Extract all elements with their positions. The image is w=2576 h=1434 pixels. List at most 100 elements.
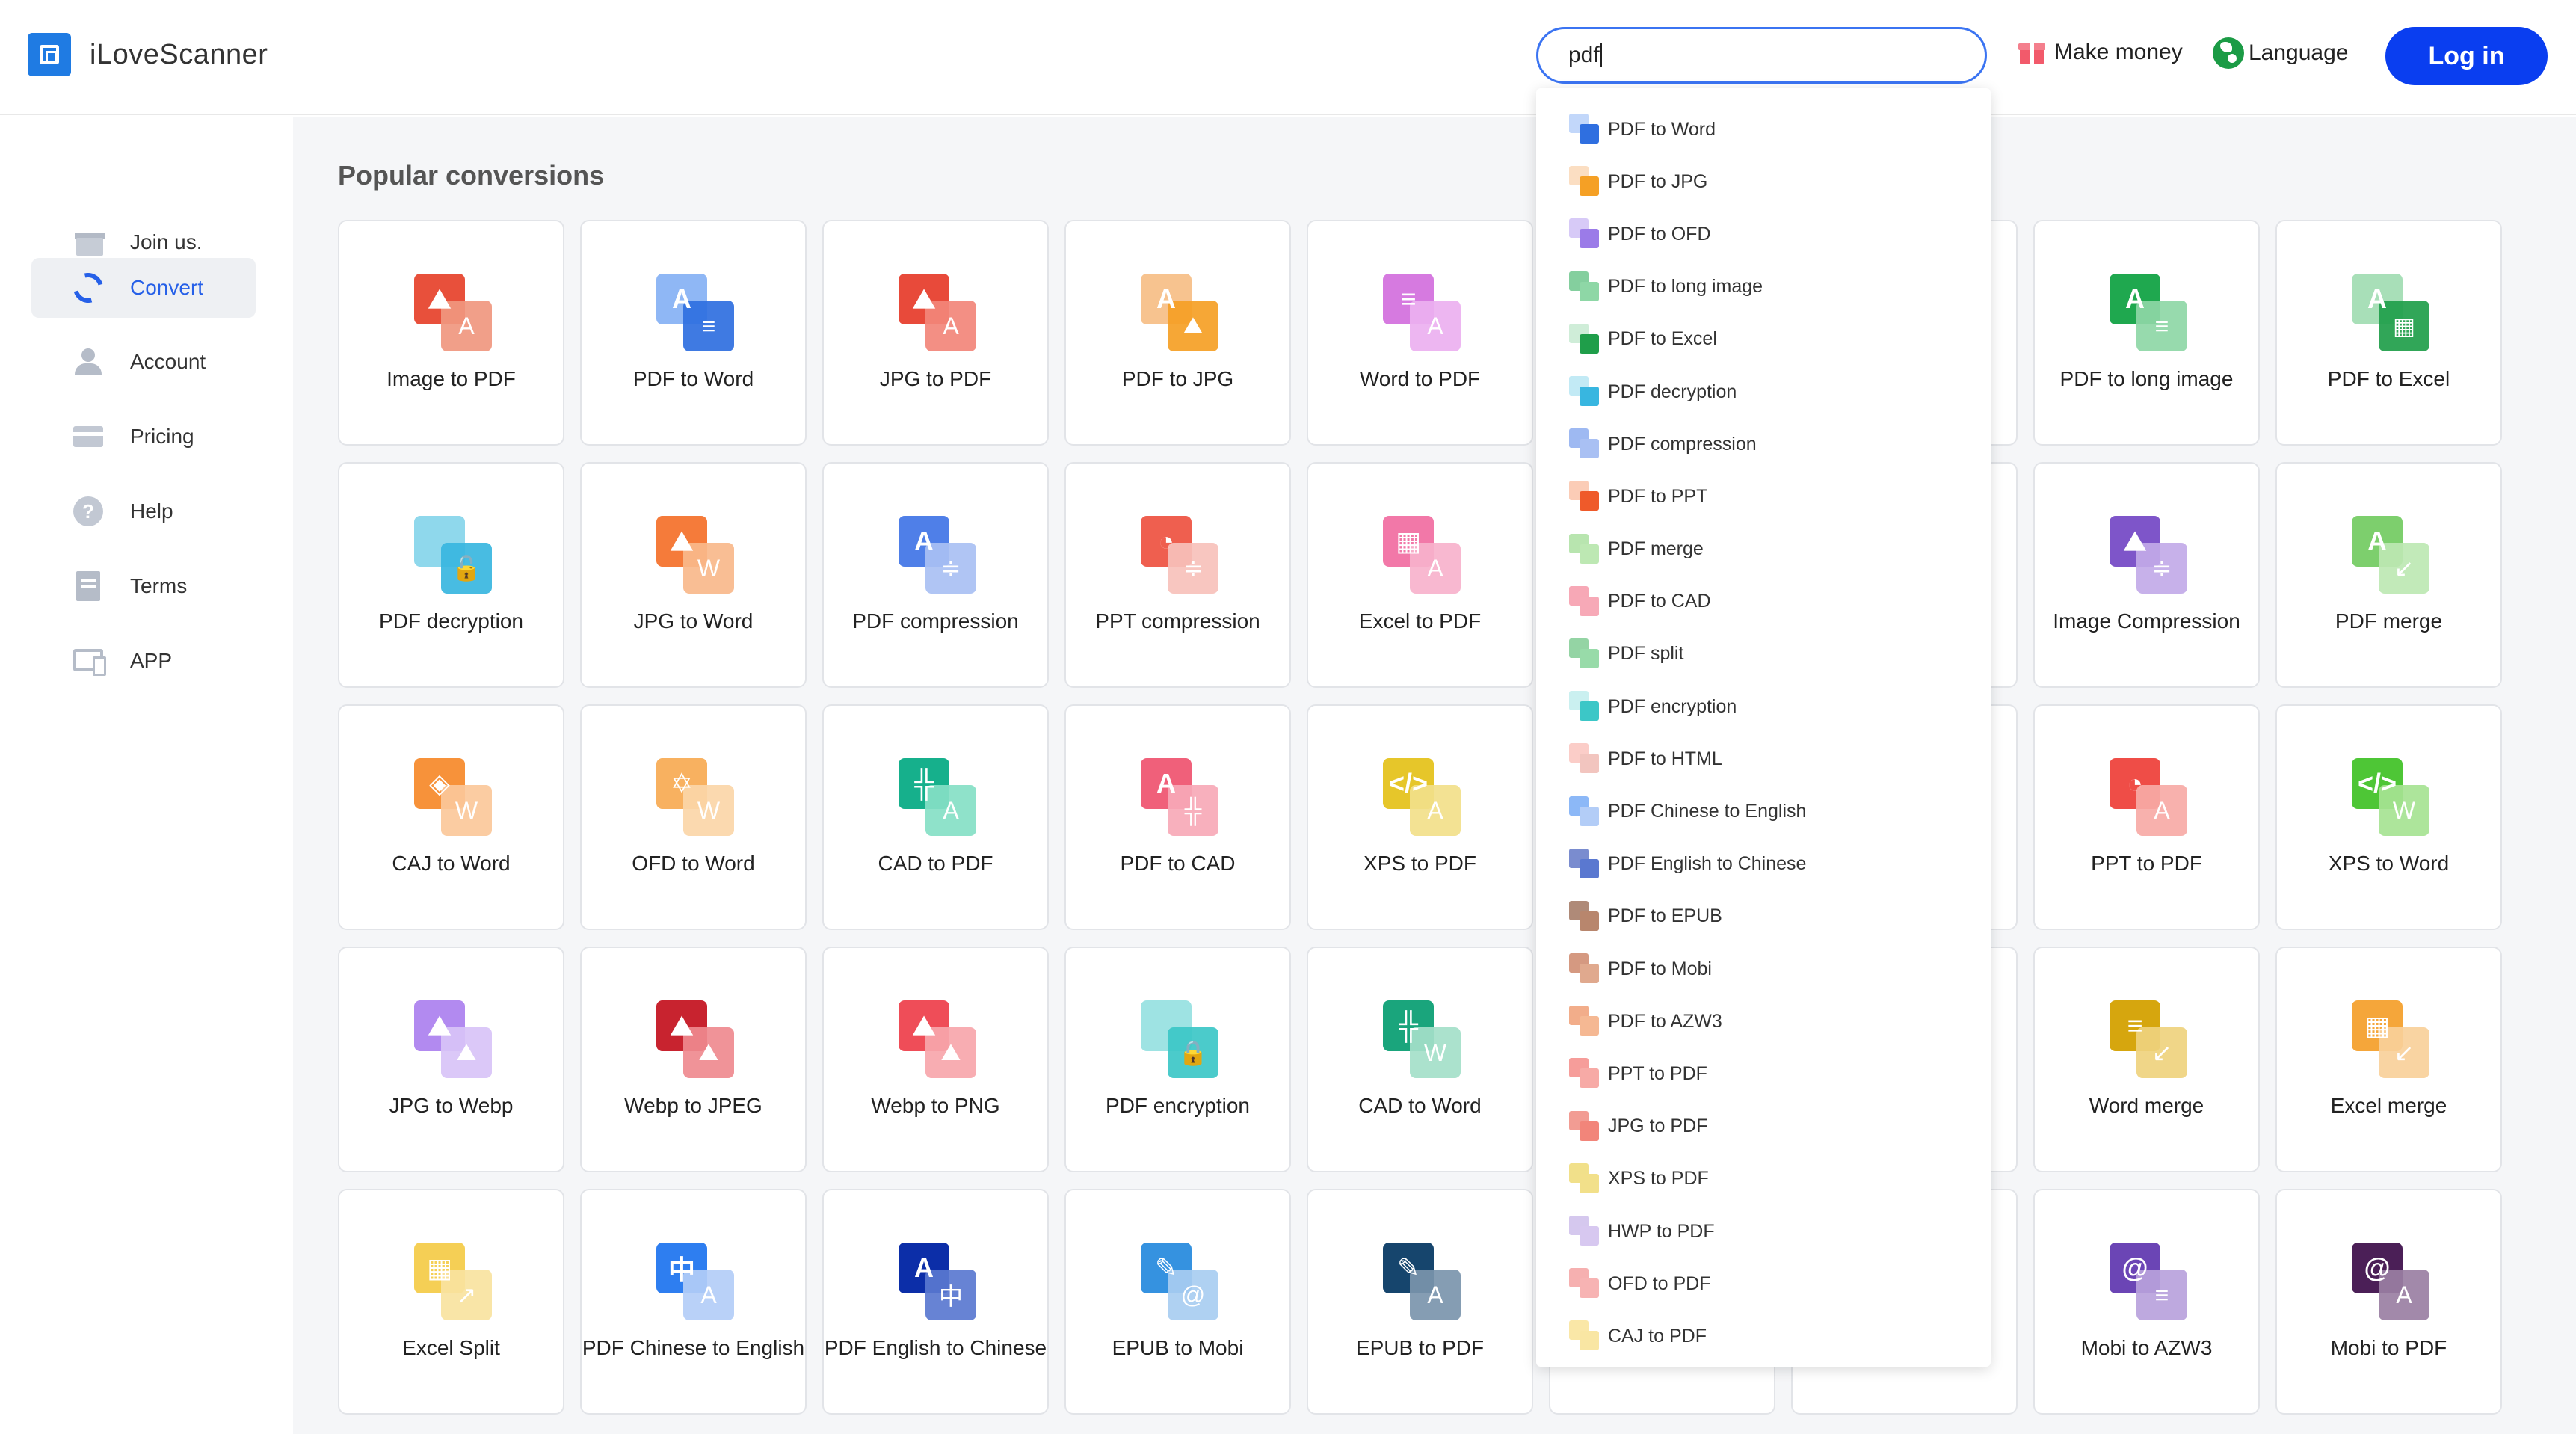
suggestion-label: PDF to CAD bbox=[1608, 591, 1711, 612]
conversion-card[interactable]: ╬ W CAD to Word bbox=[1307, 947, 1533, 1172]
suggestion-item[interactable]: PDF merge bbox=[1536, 523, 1991, 576]
conversion-card[interactable]: </> A XPS to PDF bbox=[1307, 704, 1533, 930]
login-button[interactable]: Log in bbox=[2385, 27, 2548, 85]
conversion-card[interactable]: @ A Mobi to PDF bbox=[2275, 1189, 2502, 1415]
conversion-card-label: Excel Split bbox=[402, 1336, 500, 1359]
suggestion-item[interactable]: XPS to PDF bbox=[1536, 1153, 1991, 1205]
conversion-icon: A ╬ bbox=[1141, 758, 1218, 836]
conversion-card[interactable]: ◈ W CAJ to Word bbox=[338, 704, 564, 930]
conversion-card[interactable]: A 中 PDF English to Chinese bbox=[822, 1189, 1049, 1415]
sidebar-item-pricing[interactable]: Pricing bbox=[31, 407, 256, 467]
sidebar-item-label: APP bbox=[130, 649, 173, 672]
conversion-card[interactable]: ⛰ A JPG to PDF bbox=[822, 220, 1049, 446]
search-suggestions-dropdown: PDF to Word PDF to JPG PDF to OFD PDF to lo… bbox=[1536, 88, 1991, 1367]
conversion-card[interactable]: A ≑ PDF compression bbox=[822, 462, 1049, 688]
suggestion-item[interactable]: JPG to PDF bbox=[1536, 1101, 1991, 1153]
conversion-card[interactable]: 中 A PDF Chinese to English bbox=[580, 1189, 807, 1415]
conversion-icon bbox=[1569, 638, 1600, 670]
suggestion-item[interactable]: PDF split bbox=[1536, 628, 1991, 680]
conversion-icon: 中A bbox=[656, 1243, 734, 1320]
suggestion-item[interactable]: PDF to Excel bbox=[1536, 313, 1991, 366]
sidebar-item-terms[interactable]: Terms bbox=[31, 556, 256, 616]
icon-glyph: ≡ bbox=[2154, 1281, 2169, 1308]
suggestion-item[interactable]: OFD to PDF bbox=[1536, 1258, 1991, 1310]
conversion-card-label: PDF English to Chinese bbox=[824, 1336, 1047, 1359]
suggestion-item[interactable]: PDF to EPUB bbox=[1536, 890, 1991, 943]
sidebar-item-account[interactable]: Account bbox=[31, 332, 256, 392]
suggestion-item[interactable]: PDF to AZW3 bbox=[1536, 995, 1991, 1047]
suggestion-item[interactable]: PDF to OFD bbox=[1536, 208, 1991, 260]
conversion-card-label: Word merge bbox=[2089, 1094, 2204, 1117]
conversion-card[interactable]: ◔ A PPT to PDF bbox=[2033, 704, 2260, 930]
conversion-card[interactable]: A ╬ PDF to CAD bbox=[1064, 704, 1291, 930]
conversion-card[interactable]: ≡ A Word to PDF bbox=[1307, 220, 1533, 446]
icon-glyph: W bbox=[455, 796, 478, 824]
conversion-icon: ⛰ W bbox=[656, 516, 734, 594]
logo-icon[interactable] bbox=[28, 33, 71, 76]
suggestion-item[interactable]: PDF to long image bbox=[1536, 261, 1991, 313]
conversion-card[interactable]: ⛰ A Image to PDF bbox=[338, 220, 564, 446]
conversion-card[interactable]: A ▦ PDF to Excel bbox=[2275, 220, 2502, 446]
suggestion-label: PDF Chinese to English bbox=[1608, 801, 1807, 822]
conversion-card[interactable]: A ⛰ PDF to JPG bbox=[1064, 220, 1291, 446]
suggestion-item[interactable]: PDF to CAD bbox=[1536, 576, 1991, 628]
search-input[interactable]: pdf bbox=[1536, 27, 1987, 84]
conversion-icon bbox=[1569, 900, 1600, 932]
conversion-card[interactable]: ╬ A CAD to PDF bbox=[822, 704, 1049, 930]
conversion-card[interactable]: ≡ ↙ Word merge bbox=[2033, 947, 2260, 1172]
conversion-card[interactable]: ⛰ ≑ Image Compression bbox=[2033, 462, 2260, 688]
suggestion-item[interactable]: PPT to PDF bbox=[1536, 1047, 1991, 1100]
conversion-card[interactable]: ✡ W OFD to Word bbox=[580, 704, 807, 930]
suggestion-item[interactable]: CAJ to PDF bbox=[1536, 1310, 1991, 1362]
conversion-card[interactable]: ⛰ ⛰ JPG to Webp bbox=[338, 947, 564, 1172]
make-money-link[interactable]: Make money bbox=[2018, 39, 2183, 66]
sidebar-item-label: Help bbox=[130, 499, 173, 523]
conversion-card[interactable]: ✎ A EPUB to PDF bbox=[1307, 1189, 1533, 1415]
sidebar-item-help[interactable]: ? Help bbox=[31, 481, 256, 541]
conversion-card[interactable]: ⛰ ⛰ Webp to JPEG bbox=[580, 947, 807, 1172]
suggestion-label: PDF to AZW3 bbox=[1608, 1010, 1722, 1032]
conversion-card[interactable]: 🔓 PDF decryption bbox=[338, 462, 564, 688]
conversion-card[interactable]: </> W XPS to Word bbox=[2275, 704, 2502, 930]
conversion-card[interactable]: @ ≡ Mobi to AZW3 bbox=[2033, 1189, 2260, 1415]
conversion-icon bbox=[1569, 796, 1600, 828]
suggestion-item[interactable]: PDF to Mobi bbox=[1536, 943, 1991, 995]
conversion-card[interactable]: ◔ ≑ PPT compression bbox=[1064, 462, 1291, 688]
globe-icon bbox=[2213, 37, 2244, 69]
conversion-card[interactable]: A ↙ PDF merge bbox=[2275, 462, 2502, 688]
conversion-card[interactable]: A ≡ PDF to Word bbox=[580, 220, 807, 446]
language-selector[interactable]: Language bbox=[2213, 37, 2348, 69]
icon-glyph: ⛰ bbox=[940, 1038, 961, 1065]
conversion-icon: ⛰ A bbox=[414, 274, 492, 351]
conversion-card[interactable]: ▦ A Excel to PDF bbox=[1307, 462, 1533, 688]
suggestion-label: PDF split bbox=[1608, 643, 1684, 665]
suggestion-item[interactable]: HWP to PDF bbox=[1536, 1205, 1991, 1258]
suggestion-item[interactable]: PDF Chinese to English bbox=[1536, 785, 1991, 837]
sidebar-item-app[interactable]: APP bbox=[31, 631, 256, 691]
conversion-icon: ◈ W bbox=[414, 758, 492, 836]
conversion-icon: A ↙ bbox=[2352, 516, 2429, 594]
conversion-card[interactable]: ⛰ W JPG to Word bbox=[580, 462, 807, 688]
conversion-card[interactable]: ✎ @ EPUB to Mobi bbox=[1064, 1189, 1291, 1415]
brand-name[interactable]: iLoveScanner bbox=[90, 39, 268, 71]
suggestion-item[interactable]: PDF encryption bbox=[1536, 680, 1991, 733]
main-content: Popular conversions ⛰ A Image to PDF A ≡ PDF … bbox=[293, 117, 2576, 1434]
conversion-card-label: PPT compression bbox=[1095, 609, 1260, 633]
suggestion-item[interactable]: PDF to HTML bbox=[1536, 733, 1991, 785]
icon-glyph: 🔒 bbox=[1178, 1039, 1208, 1066]
suggestion-item[interactable]: PDF to JPG bbox=[1536, 156, 1991, 208]
suggestion-item[interactable]: PDF compression bbox=[1536, 418, 1991, 470]
conversion-card[interactable]: ▦ ↗ Excel Split bbox=[338, 1189, 564, 1415]
conversion-card-label: Webp to JPEG bbox=[624, 1094, 762, 1117]
suggestion-item[interactable]: PDF English to Chinese bbox=[1536, 838, 1991, 890]
conversion-card[interactable]: 🔒 PDF encryption bbox=[1064, 947, 1291, 1172]
suggestion-item[interactable]: PDF to PPT bbox=[1536, 470, 1991, 523]
conversion-card[interactable]: A ≡ PDF to long image bbox=[2033, 220, 2260, 446]
conversion-card[interactable]: ⛰ ⛰ Webp to PNG bbox=[822, 947, 1049, 1172]
suggestion-item[interactable]: PDF to Word bbox=[1536, 103, 1991, 156]
conversion-card-label: Image to PDF bbox=[386, 367, 516, 390]
sidebar-item-convert[interactable]: Convert bbox=[31, 258, 256, 318]
icon-glyph: ⛰ bbox=[698, 1038, 719, 1065]
suggestion-item[interactable]: PDF decryption bbox=[1536, 366, 1991, 418]
conversion-card[interactable]: ▦ ↙ Excel merge bbox=[2275, 947, 2502, 1172]
